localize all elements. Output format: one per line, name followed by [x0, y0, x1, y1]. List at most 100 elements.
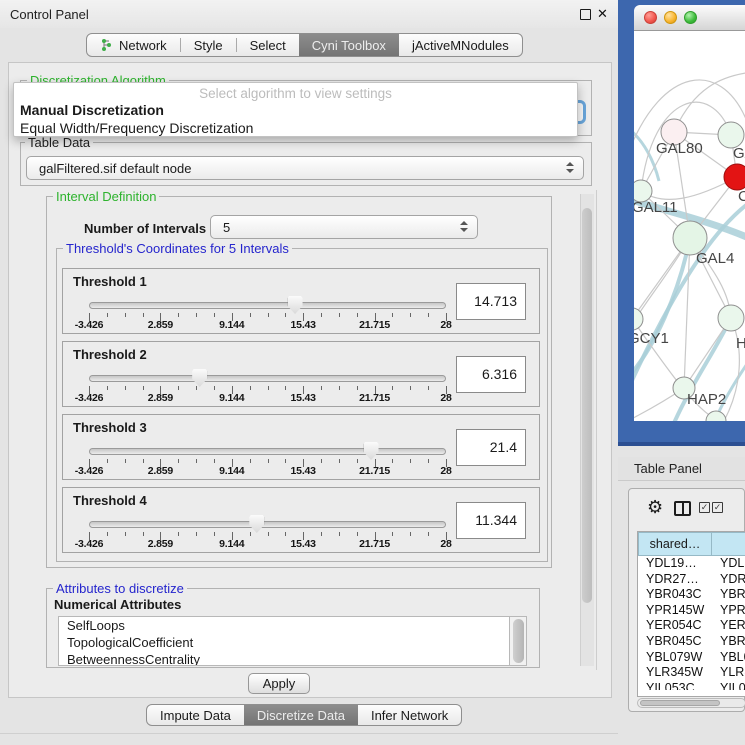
network-node-label: C — [738, 188, 745, 205]
bottom-tab-impute-data[interactable]: Impute Data — [147, 705, 244, 725]
slider-handle[interactable] — [249, 515, 264, 533]
table-row[interactable]: YBL079WYBL0 — [638, 650, 745, 666]
table-row[interactable]: YDR27…YDR2 — [638, 572, 745, 588]
network-node-c[interactable] — [724, 164, 745, 190]
table-cell: YBR0 — [712, 587, 745, 603]
table-row[interactable]: YIL053CYIL0 — [638, 681, 745, 690]
table-cell: YDR27… — [638, 572, 712, 588]
attributes-scrollbar-thumb[interactable] — [513, 619, 524, 663]
tab-cyni-toolbox[interactable]: Cyni Toolbox — [299, 34, 399, 56]
tab-style[interactable]: Style — [181, 34, 236, 56]
tab-network[interactable]: Network — [87, 34, 180, 56]
split-columns-icon[interactable] — [674, 501, 691, 516]
table-row[interactable]: YBR045CYBR0 — [638, 634, 745, 650]
tab-jactivemnodules[interactable]: jActiveMNodules — [399, 34, 522, 56]
tick-mark — [125, 532, 126, 536]
algorithm-option-manual-discretization[interactable]: Manual Discretization — [20, 102, 164, 118]
table-cell: YPR145W — [638, 603, 712, 619]
tick-label: 21.715 — [359, 465, 390, 477]
threshold-value-field[interactable]: 6.316 — [456, 356, 526, 393]
tick-label: 2.859 — [148, 465, 173, 477]
threshold-value-field[interactable]: 14.713 — [456, 283, 526, 320]
slider-track[interactable] — [89, 448, 446, 455]
mac-zoom-icon[interactable] — [684, 11, 697, 24]
network-window-titlebar[interactable] — [634, 5, 745, 31]
column-header-shared-[interactable]: shared… — [638, 532, 712, 556]
tick-label: 28 — [440, 392, 451, 404]
slider-handle[interactable] — [364, 442, 379, 460]
tab-select[interactable]: Select — [237, 34, 299, 56]
threshold-value-field[interactable]: 11.344 — [456, 502, 526, 539]
bottom-tab-discretize-data[interactable]: Discretize Data — [244, 705, 358, 725]
tick-label: 2.859 — [148, 319, 173, 331]
network-node-h[interactable] — [718, 305, 744, 331]
column-header-na[interactable]: na — [712, 532, 745, 556]
checkbox-icon[interactable]: ✓ — [712, 502, 723, 513]
mac-close-icon[interactable] — [644, 11, 657, 24]
table-row[interactable]: YBR043CYBR0 — [638, 587, 745, 603]
tick-label: -3.426 — [75, 392, 104, 404]
settings-scrollbar-thumb[interactable] — [582, 208, 592, 603]
attribute-item-selfloops[interactable]: SelfLoops — [59, 617, 509, 634]
tick-mark — [339, 532, 340, 536]
tick-mark — [125, 386, 126, 390]
mac-minimize-icon[interactable] — [664, 11, 677, 24]
gear-icon[interactable]: ⚙ — [647, 498, 663, 516]
tick-mark — [268, 386, 269, 390]
network-view-canvas[interactable]: GAL80GACGAL11GAL4GCY1HHAP2 — [634, 31, 745, 421]
attributes-group-title: Attributes to discretize — [53, 581, 187, 596]
tick-label: 9.144 — [219, 319, 244, 331]
network-node-label: H — [736, 335, 745, 352]
network-node-gcy1[interactable] — [634, 308, 643, 330]
tick-mark — [339, 386, 340, 390]
attribute-item-topologicalcoefficient[interactable]: TopologicalCoefficient — [59, 634, 509, 651]
network-node-label: HAP2 — [687, 391, 726, 408]
number-of-intervals-combobox[interactable]: 5 — [210, 215, 478, 239]
network-window-frame-edge — [618, 442, 745, 446]
tick-mark — [107, 459, 108, 463]
tick-label: 15.43 — [291, 392, 316, 404]
float-window-icon[interactable] — [580, 9, 591, 20]
tick-label: 28 — [440, 465, 451, 477]
table-data-combobox[interactable]: galFiltered.sif default node — [26, 156, 584, 180]
network-node-partial[interactable] — [706, 411, 726, 421]
checkbox-icon[interactable]: ✓ — [699, 502, 710, 513]
tab-label: Network — [119, 38, 167, 53]
threshold-value-field[interactable]: 21.4 — [456, 429, 526, 466]
table-hscrollbar-thumb[interactable] — [640, 700, 720, 706]
tick-label: -3.426 — [75, 465, 104, 477]
algorithm-hint-text: Select algorithm to view settings — [14, 86, 577, 101]
slider-track[interactable] — [89, 375, 446, 382]
node-attribute-table[interactable]: shared…na YDL19…YDL1YDR27…YDR2YBR043CYBR… — [637, 531, 745, 697]
table-row[interactable]: YLR345WYLR3 — [638, 665, 745, 681]
slider-handle[interactable] — [288, 296, 303, 314]
algorithm-option-equal-width-frequency-discretization[interactable]: Equal Width/Frequency Discretization — [20, 120, 253, 136]
slider-track[interactable] — [89, 302, 446, 309]
tick-mark — [143, 459, 144, 463]
numerical-attributes-list[interactable]: SelfLoopsTopologicalCoefficientBetweenne… — [58, 616, 510, 666]
slider-track[interactable] — [89, 521, 446, 528]
tick-mark — [107, 532, 108, 536]
table-cell: YBR045C — [638, 634, 712, 650]
tick-mark — [410, 459, 411, 463]
attribute-item-betweennesscentrality[interactable]: BetweennessCentrality — [59, 651, 509, 666]
table-hscrollbar-track[interactable] — [637, 698, 745, 708]
tick-mark — [428, 532, 429, 536]
table-row[interactable]: YER054CYER0 — [638, 618, 745, 634]
table-panel-title: Table Panel — [634, 461, 702, 476]
table-row[interactable]: YDL19…YDL1 — [638, 556, 745, 572]
bottom-tab-infer-network[interactable]: Infer Network — [358, 705, 461, 725]
table-cell: YER0 — [712, 618, 745, 634]
tab-label: Select — [250, 38, 286, 53]
table-cell: YLR345W — [638, 665, 712, 681]
slider-handle[interactable] — [192, 369, 207, 387]
tick-mark — [357, 532, 358, 536]
tick-mark — [107, 313, 108, 317]
network-node-label: GAL4 — [696, 250, 734, 267]
table-row[interactable]: YPR145WYPR1 — [638, 603, 745, 619]
close-icon[interactable]: ✕ — [597, 6, 608, 22]
thresholds-group-title: Threshold's Coordinates for 5 Intervals — [63, 241, 292, 256]
table-data-group-title: Table Data — [25, 135, 93, 150]
threshold-panel-3: Threshold 3-3.4262.8599.14415.4321.71528… — [62, 414, 540, 480]
apply-button[interactable]: Apply — [248, 673, 310, 694]
